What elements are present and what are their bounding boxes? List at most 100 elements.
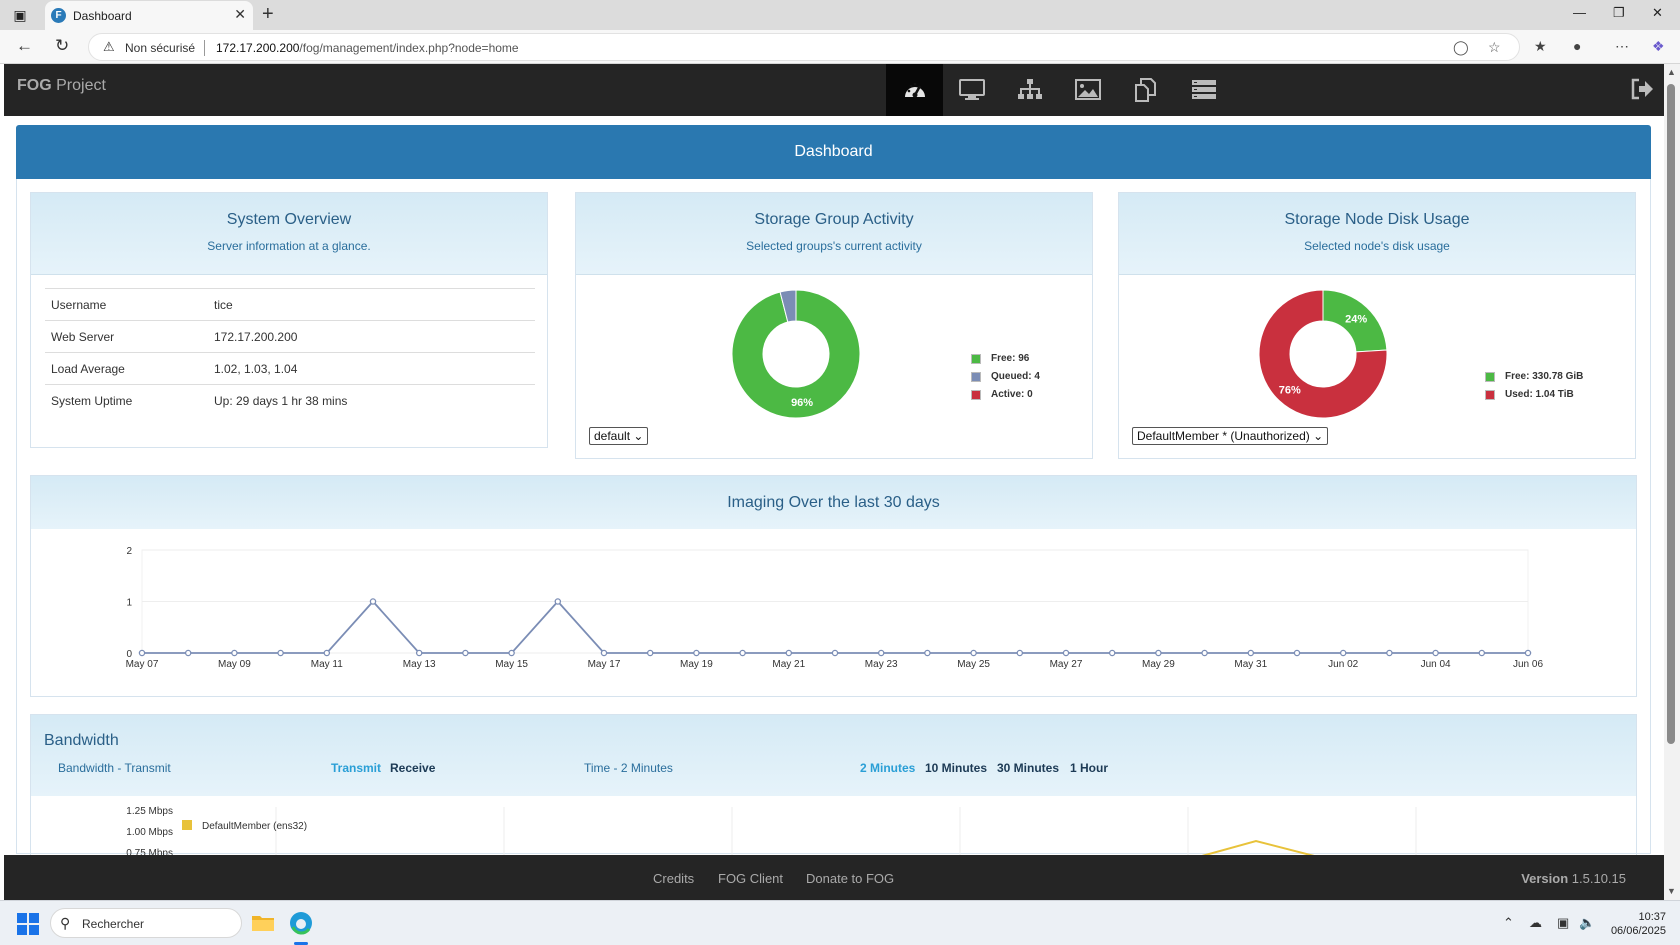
data-point[interactable] [1108,649,1116,657]
new-tab-icon[interactable]: + [262,3,274,26]
data-point[interactable] [1155,649,1162,657]
favorites-icon[interactable]: ★ [1534,38,1547,55]
scroll-thumb[interactable] [1667,84,1675,744]
page-scrollbar[interactable]: ▲ ▼ [1664,64,1680,900]
panel-header: System Overview Server information at a … [31,193,547,275]
data-point[interactable] [1201,649,1208,657]
logout-icon [1631,78,1653,100]
data-point[interactable] [1062,649,1070,657]
nav-hosts[interactable] [943,64,1000,116]
file-explorer-icon[interactable] [251,913,275,933]
bandwidth-panel: Bandwidth Bandwidth - Transmit Transmit … [30,714,1637,859]
taskbar-clock[interactable]: 10:37 06/06/2025 [1611,910,1666,938]
copilot-icon[interactable]: ❖ [1652,38,1665,55]
nav-groups[interactable] [1001,64,1058,116]
donate-link[interactable]: Donate to FOG [806,871,894,886]
panel-title: Storage Node Disk Usage [1284,211,1470,228]
legend-label: Free: 96 [991,353,1030,364]
data-point[interactable] [415,649,423,657]
data-point[interactable] [693,649,700,657]
address-toolbar: ← ↻ ⚠ Non sécurisé 172.17.200.200/fog/ma… [0,30,1680,64]
range-30-minutes[interactable]: 30 Minutes [997,761,1059,775]
network-offline-icon[interactable]: ☁ [1529,915,1542,931]
range-2-minutes[interactable]: 2 Minutes [860,761,915,775]
profile-avatar-icon[interactable]: ● [1573,38,1581,54]
volume-icon[interactable]: 🔈 [1579,915,1595,931]
storage-node-legend: Free: 330.78 GiB Used: 1.04 TiB [1485,371,1583,407]
data-point[interactable] [1478,649,1486,657]
nav-images[interactable] [1059,64,1116,116]
slice-label: 76% [1279,384,1301,396]
restore-icon[interactable]: ❐ [1613,5,1625,21]
more-options-icon[interactable]: ⋯ [1615,38,1629,55]
legend-label: Active: 0 [991,389,1033,400]
address-bar[interactable]: ⚠ Non sécurisé 172.17.200.200/fog/manage… [88,33,1520,61]
data-point[interactable] [1293,649,1301,657]
brand-logo[interactable]: FOG Project [17,77,106,95]
favorite-star-icon[interactable]: ☆ [1488,39,1501,56]
range-1-hour[interactable]: 1 Hour [1070,761,1108,775]
sidebar-toggle-icon[interactable]: ▣ [9,4,31,26]
taskbar-search[interactable]: ⚲ Rechercher [50,908,242,938]
tab-dashboard[interactable]: F Dashboard ✕ [45,1,253,30]
data-point[interactable] [231,649,238,657]
series-line [142,600,1528,654]
data-point[interactable] [924,649,931,657]
transmit-link[interactable]: Transmit [331,761,381,775]
start-button[interactable] [17,913,39,935]
data-point[interactable] [970,649,977,657]
data-point[interactable] [739,649,746,657]
search-placeholder: Rechercher [82,917,145,931]
data-point[interactable] [277,649,284,657]
data-point[interactable] [877,649,885,657]
data-point[interactable] [785,649,793,657]
version-number: 1.5.10.15 [1571,871,1626,886]
tray-chevron-icon[interactable]: ⌃ [1503,915,1514,931]
nav-dashboard[interactable] [886,64,943,116]
data-point[interactable] [1524,649,1532,657]
edge-browser-icon[interactable] [289,911,313,935]
scroll-down-icon[interactable]: ▼ [1667,886,1676,896]
nav-storage[interactable] [1175,64,1232,116]
data-point[interactable] [1386,649,1393,657]
insecure-label[interactable]: Non sécurisé [125,41,195,55]
url-text[interactable]: 172.17.200.200/fog/management/index.php?… [216,41,519,55]
receive-link[interactable]: Receive [390,761,435,775]
storage-group-select[interactable]: default ⌄ [589,427,649,445]
storage-node-select[interactable]: DefaultMember * (Unauthorized) ⌄ [1132,427,1329,445]
data-point[interactable] [646,649,654,657]
close-window-icon[interactable]: ✕ [1652,5,1663,21]
data-point[interactable] [1432,649,1439,657]
logout-button[interactable] [1630,78,1654,105]
data-point[interactable] [831,649,839,657]
data-point[interactable] [323,649,331,657]
back-icon[interactable]: ← [16,36,33,56]
reload-icon[interactable]: ↻ [55,36,69,56]
warning-icon[interactable]: ⚠ [103,39,115,55]
data-point[interactable] [462,649,469,657]
data-point[interactable] [554,598,562,605]
data-point[interactable] [138,649,146,657]
imaging-panel: Imaging Over the last 30 days 0 1 2 May 07 M… [30,475,1637,697]
read-aloud-icon[interactable]: ◯ [1453,39,1469,56]
fog-client-link[interactable]: FOG Client [718,871,783,886]
data-point[interactable] [1339,649,1347,657]
display-icon[interactable]: ▣ [1557,915,1569,931]
browser-tab-strip: ▣ F Dashboard ✕ + — ❐ ✕ [0,0,1680,30]
data-point[interactable] [600,649,608,657]
scroll-up-icon[interactable]: ▲ [1667,67,1676,77]
data-point[interactable] [1016,649,1024,657]
data-point[interactable] [508,649,515,657]
x-tick-label: May 25 [957,659,990,670]
close-tab-icon[interactable]: ✕ [234,6,246,23]
data-point[interactable] [184,649,192,657]
data-point[interactable] [1247,649,1255,657]
snapins-icon [1135,78,1156,102]
range-10-minutes[interactable]: 10 Minutes [925,761,987,775]
credits-link[interactable]: Credits [653,871,694,886]
row-value: 1.02, 1.03, 1.04 [208,352,535,385]
nav-snapins[interactable] [1117,64,1174,116]
data-point[interactable] [369,598,377,605]
minimize-icon[interactable]: — [1573,5,1586,20]
row-value: tice [208,288,535,321]
